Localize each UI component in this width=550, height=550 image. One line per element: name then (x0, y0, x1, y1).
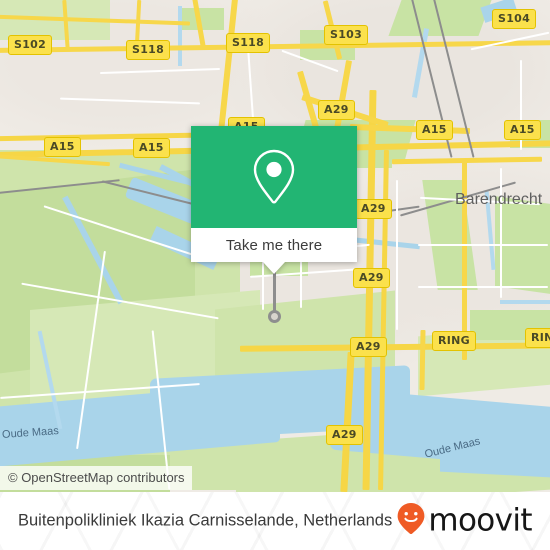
callout-action-bar[interactable]: Take me there (191, 228, 357, 262)
moovit-logo[interactable]: moovit (396, 502, 533, 541)
callout-pin-panel (191, 126, 357, 228)
map-canvas[interactable]: S102S118S118S103S104A29A15A15A15A15A15A2… (0, 0, 550, 492)
place-label-barendrecht: Barendrecht (455, 191, 543, 208)
footer-bar: Buitenpolikliniek Ikazia Carnisselande, … (0, 492, 550, 550)
water-label-oude-maas-2: Oude Maas (423, 435, 482, 461)
map-pin-base-icon (268, 310, 281, 323)
location-title: Buitenpolikliniek Ikazia Carnisselande, … (18, 511, 393, 530)
callout-tail (263, 262, 285, 274)
moovit-pin-smiley-icon (396, 502, 426, 541)
water-label-oude-maas-1: Oude Maas (1, 425, 60, 441)
location-callout-card[interactable]: Take me there (191, 126, 357, 274)
moovit-map-share-card: S102S118S118S103S104A29A15A15A15A15A15A2… (0, 0, 550, 550)
map-pin-icon (251, 148, 297, 206)
moovit-wordmark: moovit (428, 502, 532, 539)
osm-attribution[interactable]: © OpenStreetMap contributors (0, 466, 192, 490)
map-pin-stem (273, 272, 276, 314)
take-me-there-label: Take me there (225, 236, 323, 254)
